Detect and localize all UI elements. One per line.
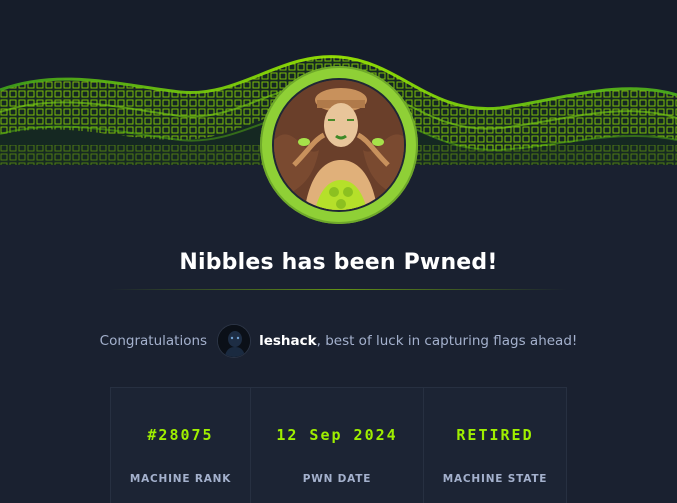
stat-pwn-date: 12 Sep 2024 PWN DATE — [251, 388, 424, 503]
machine-avatar — [260, 66, 418, 224]
stat-value: #28075 — [147, 426, 214, 444]
stat-value: 12 Sep 2024 — [276, 426, 398, 444]
title-divider — [110, 289, 567, 290]
congrats-message: Congratulations leshack , best of luck i… — [0, 324, 677, 358]
pwned-title: Nibbles has been Pwned! — [179, 250, 498, 275]
stat-label: PWN DATE — [302, 473, 372, 485]
stat-value: RETIRED — [456, 426, 534, 444]
user-avatar-icon[interactable] — [217, 324, 252, 358]
stat-label: MACHINE STATE — [442, 473, 548, 485]
machine-avatar-icon — [272, 78, 406, 212]
username-link[interactable]: leshack — [259, 333, 317, 349]
stat-label: MACHINE RANK — [129, 473, 232, 485]
pwned-card: Nibbles has been Pwned! Congratulations … — [0, 0, 677, 503]
stat-machine-rank: #28075 MACHINE RANK — [111, 388, 251, 503]
congrats-lead: Congratulations — [99, 333, 208, 349]
congrats-tail: , best of luck in capturing flags ahead! — [316, 333, 578, 349]
stat-machine-state: RETIRED MACHINE STATE — [424, 388, 566, 503]
stats-panel: #28075 MACHINE RANK 12 Sep 2024 PWN DATE… — [110, 387, 567, 503]
